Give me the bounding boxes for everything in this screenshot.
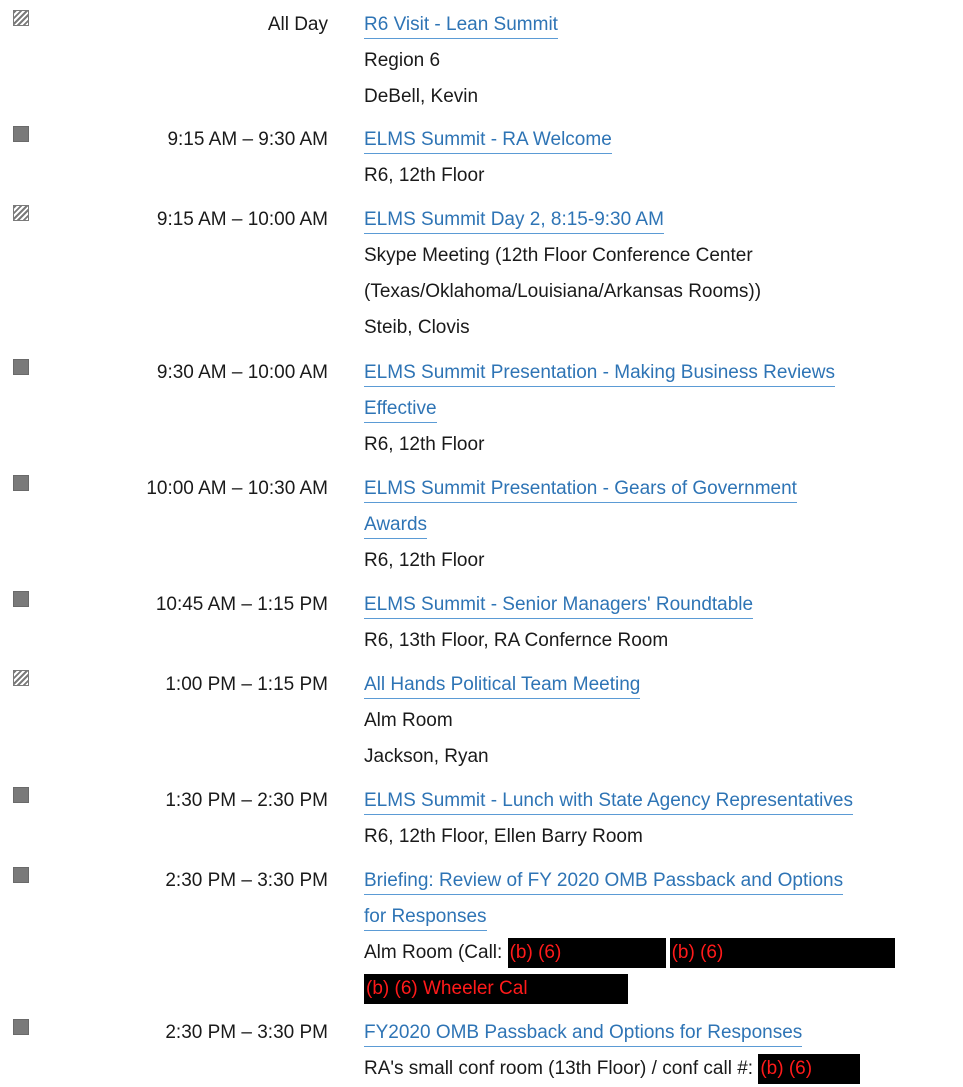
entry-time: 10:00 AM – 10:30 AM (146, 478, 328, 499)
entry-time: 9:15 AM – 10:00 AM (156, 209, 328, 230)
entry-location: R6, 12th Floor (364, 434, 485, 455)
entry-time: 9:30 AM – 10:00 AM (156, 362, 328, 383)
entry-time: 9:15 AM – 9:30 AM (167, 129, 328, 150)
entry-location: R6, 12th Floor (364, 165, 485, 186)
redaction-box: (b) (6) (669, 937, 895, 968)
entry-location-continued: (b) (6) Wheeler Cal (364, 971, 962, 1007)
entry-subject-link[interactable]: ELMS Summit Presentation - Making Busine… (364, 362, 835, 387)
entry-organizer: Steib, Clovis (364, 317, 470, 338)
entry-subject-link[interactable]: R6 Visit - Lean Summit (364, 14, 558, 39)
entry-time: All Day (267, 14, 328, 35)
entry-subject-link[interactable]: Briefing: Review of FY 2020 OMB Passback… (364, 870, 844, 895)
busy-status-icon (13, 359, 29, 375)
entry-subject-link[interactable]: All Hands Political Team Meeting (364, 674, 641, 699)
tentative-status-icon (13, 670, 29, 686)
entry-subject-link-continued[interactable]: for Responses (364, 906, 487, 931)
entry-location-text: Alm Room (Call: (364, 942, 508, 963)
entry-location: Alm Room (Call: (b) (6) (b) (6) (364, 935, 962, 971)
busy-status-icon (13, 867, 29, 883)
entry-time: 1:00 PM – 1:15 PM (165, 674, 328, 695)
entry-location: Skype Meeting (12th Floor Conference Cen… (364, 245, 753, 266)
entry-time: 10:45 AM – 1:15 PM (155, 594, 328, 615)
entry-organizer: DeBell, Kevin (364, 86, 479, 107)
entry-location: R6, 12th Floor, Ellen Barry Room (364, 826, 643, 847)
redaction-box: (b) (6) (758, 1053, 861, 1084)
entry-time: 2:30 PM – 3:30 PM (165, 870, 328, 891)
entry-subject-link[interactable]: ELMS Summit - RA Welcome (364, 129, 612, 154)
entry-time: 1:30 PM – 2:30 PM (165, 790, 328, 811)
busy-status-icon (13, 475, 29, 491)
busy-status-icon (13, 126, 29, 142)
entry-subject-link[interactable]: ELMS Summit - Lunch with State Agency Re… (364, 790, 853, 815)
entry-location: Alm Room (364, 710, 453, 731)
busy-status-icon (13, 591, 29, 607)
entry-subject-link[interactable]: ELMS Summit Day 2, 8:15-9:30 AM (364, 209, 664, 234)
entry-location: R6, 13th Floor, RA Confernce Room (364, 630, 669, 651)
redaction-box: (b) (6) (507, 937, 666, 968)
entry-location: Region 6 (364, 50, 441, 71)
entry-time: 2:30 PM – 3:30 PM (165, 1022, 328, 1043)
entry-subject-link[interactable]: ELMS Summit Presentation - Gears of Gove… (364, 478, 797, 503)
busy-status-icon (13, 1019, 29, 1035)
entry-organizer: Jackson, Ryan (364, 746, 489, 767)
tentative-status-icon (13, 10, 29, 26)
entry-subject-link[interactable]: FY2020 OMB Passback and Options for Resp… (364, 1022, 803, 1047)
entry-subject-link-continued[interactable]: Effective (364, 398, 437, 423)
redaction-box: (b) (6) Wheeler Cal (364, 973, 628, 1004)
busy-status-icon (13, 787, 29, 803)
entry-location: RA's small conf room (13th Floor) / conf… (364, 1051, 962, 1087)
tentative-status-icon (13, 205, 29, 221)
entry-subject-link[interactable]: ELMS Summit - Senior Managers' Roundtabl… (364, 594, 754, 619)
entry-location-text: RA's small conf room (13th Floor) / conf… (364, 1058, 759, 1079)
entry-location-continued: (Texas/Oklahoma/Louisiana/Arkansas Rooms… (364, 281, 762, 302)
entry-location: R6, 12th Floor (364, 550, 485, 571)
entry-subject-link-continued[interactable]: Awards (364, 514, 428, 539)
